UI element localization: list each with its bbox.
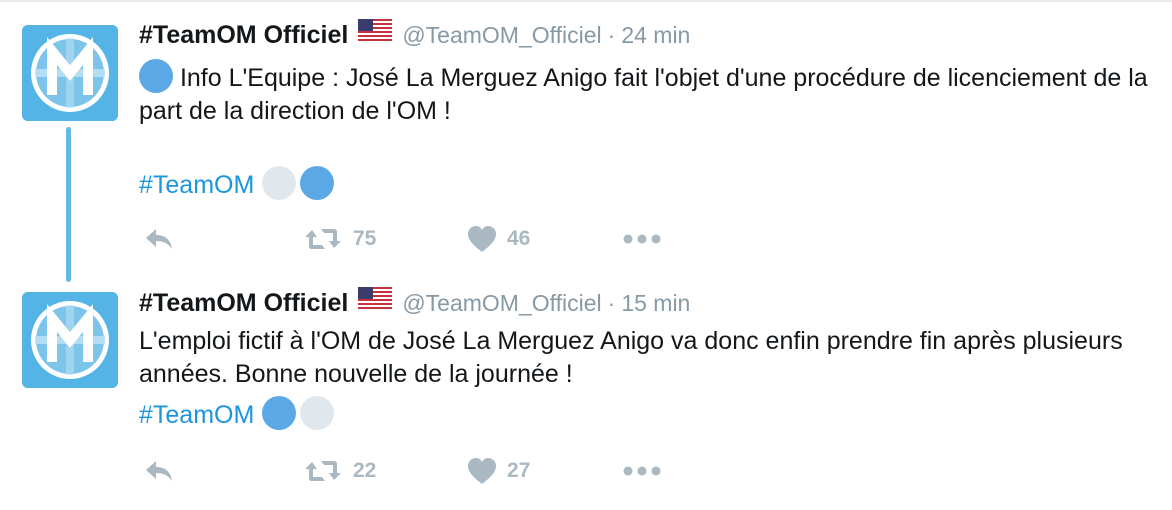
blue-circle-emoji xyxy=(262,396,297,430)
tweet-header: #TeamOM Officiel @TeamOM_Officiel · 24 min xyxy=(139,19,690,57)
separator-dot: · xyxy=(607,290,616,316)
om-logo-icon xyxy=(22,25,118,121)
more-dots-icon xyxy=(623,234,661,244)
om-logo-icon xyxy=(22,292,118,388)
avatar[interactable] xyxy=(22,292,118,388)
retweet-button[interactable]: 22 xyxy=(303,456,376,486)
heart-icon xyxy=(468,226,496,252)
reply-icon xyxy=(146,461,172,481)
like-count: 46 xyxy=(507,227,531,250)
retweet-count: 22 xyxy=(353,459,377,482)
user-handle[interactable]: @TeamOM_Officiel xyxy=(402,22,601,48)
retweet-count: 75 xyxy=(353,227,377,250)
hashtag-link[interactable]: #TeamOM xyxy=(139,171,254,199)
more-dots-icon xyxy=(623,466,661,476)
hashtag-link[interactable]: #TeamOM xyxy=(139,401,254,429)
white-circle-emoji xyxy=(262,166,297,200)
separator-dot: · xyxy=(607,22,616,48)
user-handle[interactable]: @TeamOM_Officiel xyxy=(402,290,601,316)
like-button[interactable]: 46 xyxy=(467,224,530,254)
reply-button[interactable] xyxy=(143,224,175,254)
timestamp[interactable]: 15 min xyxy=(621,290,690,316)
tweet-header: #TeamOM Officiel @TeamOM_Officiel · 15 min xyxy=(139,287,690,325)
retweet-button[interactable]: 75 xyxy=(303,224,376,254)
more-button[interactable] xyxy=(623,456,661,486)
hashtag-line: #TeamOM xyxy=(139,396,338,432)
hashtag-line: #TeamOM xyxy=(139,166,338,202)
tweet[interactable]: #TeamOM Officiel @TeamOM_Officiel · 24 min… xyxy=(0,0,1172,265)
reply-icon xyxy=(146,229,172,249)
reply-button[interactable] xyxy=(143,456,175,486)
white-circle-emoji xyxy=(300,396,335,430)
tweet-body: L'emploi fictif à l'OM de José La Mergue… xyxy=(139,327,1123,388)
timestamp[interactable]: 24 min xyxy=(621,22,690,48)
tweet[interactable]: #TeamOM Officiel @TeamOM_Officiel · 15 min… xyxy=(0,265,1172,510)
display-name[interactable]: #TeamOM Officiel xyxy=(139,21,348,49)
us-flag-icon xyxy=(358,19,393,46)
heart-icon xyxy=(468,458,496,484)
tweet-text: Info L'Equipe : José La Merguez Anigo fa… xyxy=(139,59,1149,128)
blue-circle-emoji xyxy=(139,59,173,93)
retweet-icon xyxy=(305,229,341,249)
tweet-text: L'emploi fictif à l'OM de José La Mergue… xyxy=(139,325,1149,391)
us-flag-icon xyxy=(358,287,393,314)
more-button[interactable] xyxy=(623,224,661,254)
display-name[interactable]: #TeamOM Officiel xyxy=(139,289,348,317)
like-button[interactable]: 27 xyxy=(467,456,530,486)
blue-circle-emoji xyxy=(300,166,335,200)
retweet-icon xyxy=(305,461,341,481)
avatar[interactable] xyxy=(22,25,118,121)
tweet-body: Info L'Equipe : José La Merguez Anigo fa… xyxy=(139,64,1148,125)
like-count: 27 xyxy=(507,459,531,482)
